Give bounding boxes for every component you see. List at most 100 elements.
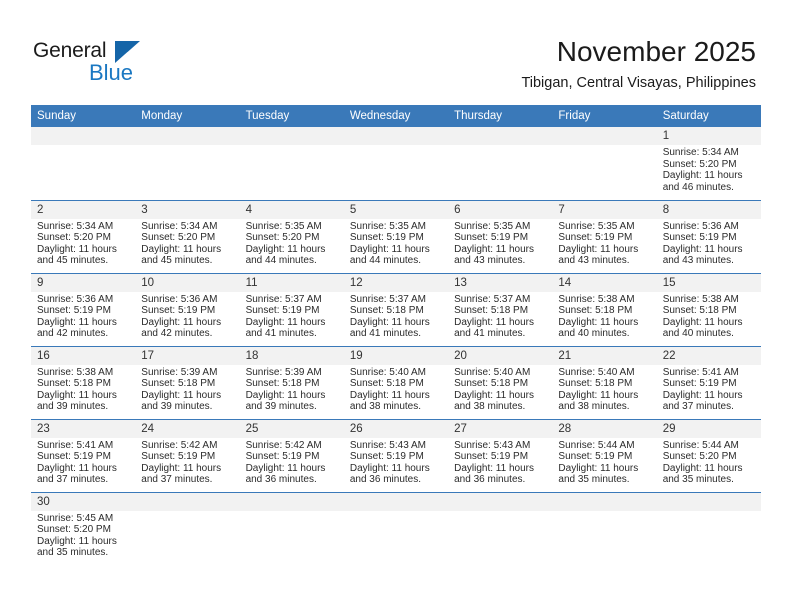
day-cell[interactable]: 1 Sunrise: 5:34 AM Sunset: 5:20 PM Dayli… [656,127,761,200]
day-info: Sunrise: 5:43 AM Sunset: 5:19 PM Dayligh… [448,438,552,486]
day-cell[interactable]: 16 Sunrise: 5:38 AM Sunset: 5:18 PM Dayl… [31,345,136,419]
day-cell[interactable]: 3 Sunrise: 5:34 AM Sunset: 5:20 PM Dayli… [135,199,240,273]
day-number [448,127,553,145]
daylight-text-l1: Daylight: 11 hours [245,462,326,474]
sunrise-text: Sunrise: 5:44 AM [662,439,739,451]
day-cell[interactable]: 27 Sunrise: 5:43 AM Sunset: 5:19 PM Dayl… [448,418,553,492]
day-cell[interactable]: 29 Sunrise: 5:44 AM Sunset: 5:20 PM Dayl… [656,418,761,492]
daylight-text-l2: and 46 minutes. [662,181,734,193]
daylight-text-l2: and 42 minutes. [37,328,109,340]
day-cell[interactable]: 8 Sunrise: 5:36 AM Sunset: 5:19 PM Dayli… [656,199,761,273]
day-number: 28 [552,419,657,438]
day-info: Sunrise: 5:36 AM Sunset: 5:19 PM Dayligh… [31,292,135,340]
daylight-text-l2: and 38 minutes. [349,401,422,413]
sunset-text: Sunset: 5:18 PM [349,305,424,317]
daylight-text-l1: Daylight: 11 hours [349,462,430,474]
day-cell[interactable]: 15 Sunrise: 5:38 AM Sunset: 5:18 PM Dayl… [656,272,761,346]
daylight-text-l2: and 36 minutes. [245,474,317,486]
day-number: 9 [31,273,136,292]
daylight-text-l2: and 41 minutes. [349,328,422,340]
general-blue-logo[interactable]: General Blue [33,40,183,92]
sunset-text: Sunset: 5:18 PM [558,305,633,317]
day-cell[interactable]: 22 Sunrise: 5:41 AM Sunset: 5:19 PM Dayl… [656,345,761,419]
sunrise-text: Sunrise: 5:39 AM [245,366,322,378]
day-info: Sunrise: 5:45 AM Sunset: 5:20 PM Dayligh… [31,511,135,559]
day-info: Sunrise: 5:35 AM Sunset: 5:19 PM Dayligh… [552,219,656,267]
day-number [552,127,657,145]
day-number [135,492,240,511]
daylight-text-l2: and 39 minutes. [37,401,109,413]
daylight-text-l2: and 44 minutes. [349,255,422,267]
sunrise-text: Sunrise: 5:37 AM [245,293,322,305]
daylight-text-l1: Daylight: 11 hours [245,243,326,255]
day-cell-empty [239,491,344,565]
day-cell[interactable]: 17 Sunrise: 5:39 AM Sunset: 5:18 PM Dayl… [135,345,240,419]
weekday-header-row: Sunday Monday Tuesday Wednesday Thursday… [31,105,761,127]
day-cell[interactable]: 25 Sunrise: 5:42 AM Sunset: 5:19 PM Dayl… [239,418,344,492]
day-number: 17 [135,346,240,365]
sunset-text: Sunset: 5:19 PM [454,451,529,463]
day-cell[interactable]: 6 Sunrise: 5:35 AM Sunset: 5:19 PM Dayli… [448,199,553,273]
daylight-text-l2: and 35 minutes. [37,547,109,559]
daylight-text-l2: and 45 minutes. [37,255,109,267]
day-number: 24 [135,419,240,438]
day-number: 18 [239,346,344,365]
sunset-text: Sunset: 5:19 PM [454,232,529,244]
day-cell[interactable]: 10 Sunrise: 5:36 AM Sunset: 5:19 PM Dayl… [135,272,240,346]
sunrise-text: Sunrise: 5:38 AM [37,366,114,378]
day-number: 30 [31,492,136,511]
day-info: Sunrise: 5:41 AM Sunset: 5:19 PM Dayligh… [31,438,135,486]
sunset-text: Sunset: 5:20 PM [37,232,111,244]
day-cell[interactable]: 21 Sunrise: 5:40 AM Sunset: 5:18 PM Dayl… [552,345,657,419]
day-cell[interactable]: 19 Sunrise: 5:40 AM Sunset: 5:18 PM Dayl… [343,345,449,419]
sunset-text: Sunset: 5:19 PM [349,232,424,244]
day-cell[interactable]: 18 Sunrise: 5:39 AM Sunset: 5:18 PM Dayl… [239,345,344,419]
sunrise-text: Sunrise: 5:38 AM [662,293,739,305]
daylight-text-l1: Daylight: 11 hours [558,389,639,401]
day-number: 22 [656,346,761,365]
daylight-text-l1: Daylight: 11 hours [454,389,534,401]
day-cell[interactable]: 7 Sunrise: 5:35 AM Sunset: 5:19 PM Dayli… [552,199,657,273]
sunrise-text: Sunrise: 5:41 AM [662,366,739,378]
day-cell-empty [343,491,449,565]
day-cell-empty [31,127,136,200]
sunrise-text: Sunrise: 5:35 AM [349,220,426,232]
day-cell[interactable]: 23 Sunrise: 5:41 AM Sunset: 5:19 PM Dayl… [31,418,136,492]
sunset-text: Sunset: 5:20 PM [662,451,737,463]
day-info: Sunrise: 5:37 AM Sunset: 5:19 PM Dayligh… [240,292,344,340]
sunrise-text: Sunrise: 5:43 AM [454,439,531,451]
daylight-text-l2: and 42 minutes. [141,328,213,340]
day-number [448,492,553,511]
sunrise-text: Sunrise: 5:37 AM [454,293,531,305]
daylight-text-l2: and 35 minutes. [558,474,630,486]
day-cell-empty [552,127,657,200]
calendar-week-row: 9 Sunrise: 5:36 AM Sunset: 5:19 PM Dayli… [31,272,761,346]
day-number: 7 [552,200,657,219]
day-cell[interactable]: 24 Sunrise: 5:42 AM Sunset: 5:19 PM Dayl… [135,418,240,492]
day-cell[interactable]: 5 Sunrise: 5:35 AM Sunset: 5:19 PM Dayli… [343,199,449,273]
day-cell[interactable]: 14 Sunrise: 5:38 AM Sunset: 5:18 PM Dayl… [552,272,657,346]
daylight-text-l2: and 39 minutes. [141,401,213,413]
day-info: Sunrise: 5:40 AM Sunset: 5:18 PM Dayligh… [448,365,552,413]
day-cell[interactable]: 12 Sunrise: 5:37 AM Sunset: 5:18 PM Dayl… [343,272,449,346]
weekday-header-friday: Friday [552,105,657,127]
day-cell-empty [135,491,240,565]
day-cell[interactable]: 30 Sunrise: 5:45 AM Sunset: 5:20 PM Dayl… [31,491,136,565]
day-cell[interactable]: 13 Sunrise: 5:37 AM Sunset: 5:18 PM Dayl… [448,272,553,346]
daylight-text-l2: and 38 minutes. [558,401,630,413]
day-number: 15 [656,273,761,292]
day-cell[interactable]: 26 Sunrise: 5:43 AM Sunset: 5:19 PM Dayl… [343,418,449,492]
day-cell[interactable]: 2 Sunrise: 5:34 AM Sunset: 5:20 PM Dayli… [31,199,136,273]
day-number: 4 [239,200,344,219]
sunset-text: Sunset: 5:20 PM [37,524,111,536]
sunrise-text: Sunrise: 5:35 AM [454,220,531,232]
day-cell[interactable]: 20 Sunrise: 5:40 AM Sunset: 5:18 PM Dayl… [448,345,553,419]
day-cell[interactable]: 4 Sunrise: 5:35 AM Sunset: 5:20 PM Dayli… [239,199,344,273]
day-cell[interactable]: 11 Sunrise: 5:37 AM Sunset: 5:19 PM Dayl… [239,272,344,346]
day-info: Sunrise: 5:41 AM Sunset: 5:19 PM Dayligh… [657,365,761,413]
day-cell-empty [552,491,657,565]
day-cell[interactable]: 9 Sunrise: 5:36 AM Sunset: 5:19 PM Dayli… [31,272,136,346]
daylight-text-l2: and 40 minutes. [558,328,630,340]
day-cell-empty [239,127,344,200]
day-cell[interactable]: 28 Sunrise: 5:44 AM Sunset: 5:19 PM Dayl… [552,418,657,492]
